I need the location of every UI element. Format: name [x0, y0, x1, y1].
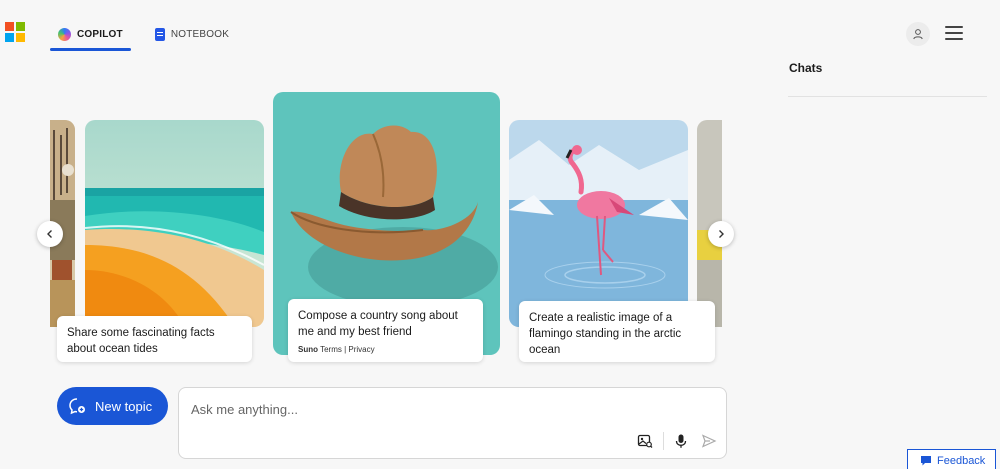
country-song-card-prompt: Compose a country song about me and my b… — [298, 310, 458, 338]
ocean-card-prompt: Share some fascinating facts about ocean… — [67, 327, 215, 355]
chat-composer — [178, 387, 727, 459]
logo-yellow-square — [16, 33, 25, 42]
feedback-button[interactable]: Feedback — [907, 449, 996, 469]
mode-tabs: COPILOT NOTEBOOK — [50, 18, 237, 51]
ocean-card-caption[interactable]: Share some fascinating facts about ocean… — [57, 316, 252, 362]
flamingo-card-image[interactable] — [509, 120, 688, 327]
plugin-info: Suno Terms | Privacy — [298, 344, 473, 356]
flamingo-card-caption[interactable]: Create a realistic image of a flamingo s… — [519, 301, 715, 362]
chevron-right-icon — [719, 230, 724, 238]
logo-blue-square — [5, 33, 14, 42]
carousel-prev-button[interactable] — [37, 221, 63, 247]
tab-notebook-label: NOTEBOOK — [170, 28, 230, 40]
copilot-icon — [58, 27, 71, 41]
image-search-button[interactable] — [635, 431, 655, 451]
country-song-card-caption[interactable]: Compose a country song about me and my b… — [288, 299, 483, 362]
tool-separator — [663, 432, 664, 450]
tab-copilot[interactable]: COPILOT — [50, 18, 131, 51]
tab-notebook[interactable]: NOTEBOOK — [147, 18, 237, 50]
ocean-card-image[interactable] — [85, 120, 264, 327]
new-chat-icon — [69, 398, 85, 415]
microsoft-logo[interactable] — [5, 22, 25, 42]
logo-green-square — [16, 22, 25, 31]
new-topic-label: New topic — [95, 398, 153, 414]
send-button[interactable] — [699, 431, 719, 451]
flamingo-card-prompt: Create a realistic image of a flamingo s… — [529, 312, 682, 356]
notebook-icon — [154, 27, 165, 41]
image-search-icon — [637, 434, 653, 448]
microphone-icon — [675, 434, 687, 448]
chats-title: Chats — [789, 61, 823, 75]
suggestion-carousel: Share some fascinating facts about ocean… — [50, 88, 722, 370]
carousel-next-button[interactable] — [708, 221, 734, 247]
profile-button[interactable] — [906, 22, 930, 46]
microphone-button[interactable] — [671, 431, 691, 451]
feedback-icon — [921, 456, 931, 466]
chevron-left-icon — [47, 230, 52, 238]
plugin-links[interactable]: Terms | Privacy — [320, 345, 375, 354]
tab-copilot-label: COPILOT — [77, 28, 123, 40]
logo-red-square — [5, 22, 14, 31]
chats-divider — [788, 96, 987, 97]
chat-input[interactable] — [191, 400, 611, 418]
person-icon — [913, 29, 923, 40]
new-topic-button[interactable]: New topic — [57, 387, 168, 425]
send-icon — [701, 434, 717, 448]
hamburger-menu-icon[interactable] — [945, 26, 963, 40]
feedback-label: Feedback — [937, 454, 986, 467]
plugin-name: Suno — [298, 345, 318, 354]
